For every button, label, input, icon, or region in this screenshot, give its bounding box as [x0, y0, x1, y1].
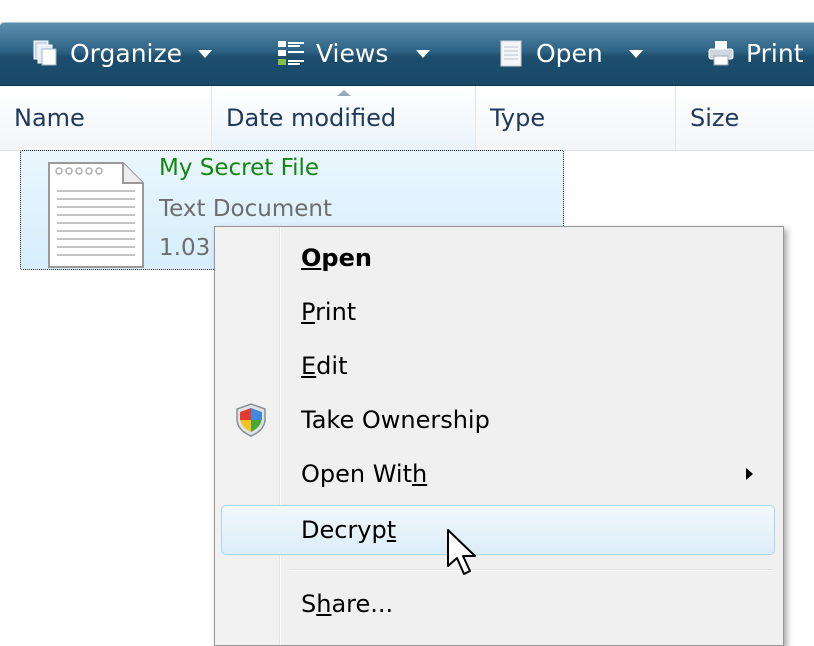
menu-item-label: Decrypt [301, 516, 397, 544]
column-header-type[interactable]: Type [476, 86, 676, 150]
submenu-arrow-icon [746, 468, 753, 480]
menu-item-open[interactable]: Open [221, 233, 775, 283]
chevron-down-icon [198, 50, 212, 58]
menu-item-open-with[interactable]: Open With [221, 449, 775, 499]
organize-label: Organize [70, 38, 182, 68]
menu-item-label: Open With [301, 460, 428, 488]
column-label: Date modified [226, 104, 397, 132]
file-name: My Secret File [159, 155, 320, 181]
menu-item-edit[interactable]: Edit [221, 341, 775, 391]
text-document-icon [48, 162, 144, 268]
menu-item-share[interactable]: Share... [221, 579, 775, 629]
menu-item-label: Share... [301, 590, 394, 618]
context-menu: Open Print Edit Take Ownership Open With… [214, 226, 784, 646]
organize-button[interactable]: Organize [30, 22, 212, 84]
menu-item-decrypt[interactable]: Decrypt [221, 505, 775, 555]
chevron-down-icon [628, 50, 643, 58]
printer-icon [708, 41, 734, 66]
column-label: Size [690, 104, 740, 132]
views-icon [278, 41, 304, 65]
menu-item-label: Edit [301, 352, 348, 380]
menu-item-print[interactable]: Print [221, 287, 775, 337]
file-type: Text Document [159, 196, 332, 222]
column-header-size[interactable]: Size [676, 86, 814, 150]
open-label: Open [536, 38, 603, 68]
command-toolbar: Organize Views Open Print [0, 0, 814, 90]
column-label: Name [14, 104, 85, 132]
views-button[interactable]: Views [276, 22, 431, 84]
print-label: Print [746, 38, 804, 68]
uac-shield-icon [236, 403, 266, 437]
menu-item-label: Open [301, 244, 372, 272]
menu-item-label: Print [301, 298, 357, 326]
menu-item-label: Take Ownership [301, 406, 490, 434]
column-header: Name Date modified Type Size [0, 86, 814, 151]
open-button[interactable]: Open [496, 22, 643, 84]
column-header-name[interactable]: Name [0, 86, 212, 150]
mouse-pointer-icon [447, 529, 476, 575]
print-button[interactable]: Print [706, 22, 804, 84]
column-header-date-modified[interactable]: Date modified [212, 86, 476, 150]
menu-separator [289, 569, 773, 571]
views-label: Views [316, 38, 389, 68]
organize-icon [33, 40, 57, 66]
chevron-down-icon [416, 50, 431, 58]
open-icon [500, 40, 522, 67]
column-label: Type [490, 104, 546, 132]
sort-ascending-icon [336, 90, 351, 96]
menu-item-take-ownership[interactable]: Take Ownership [221, 395, 775, 445]
file-size: 1.03 [159, 235, 211, 261]
